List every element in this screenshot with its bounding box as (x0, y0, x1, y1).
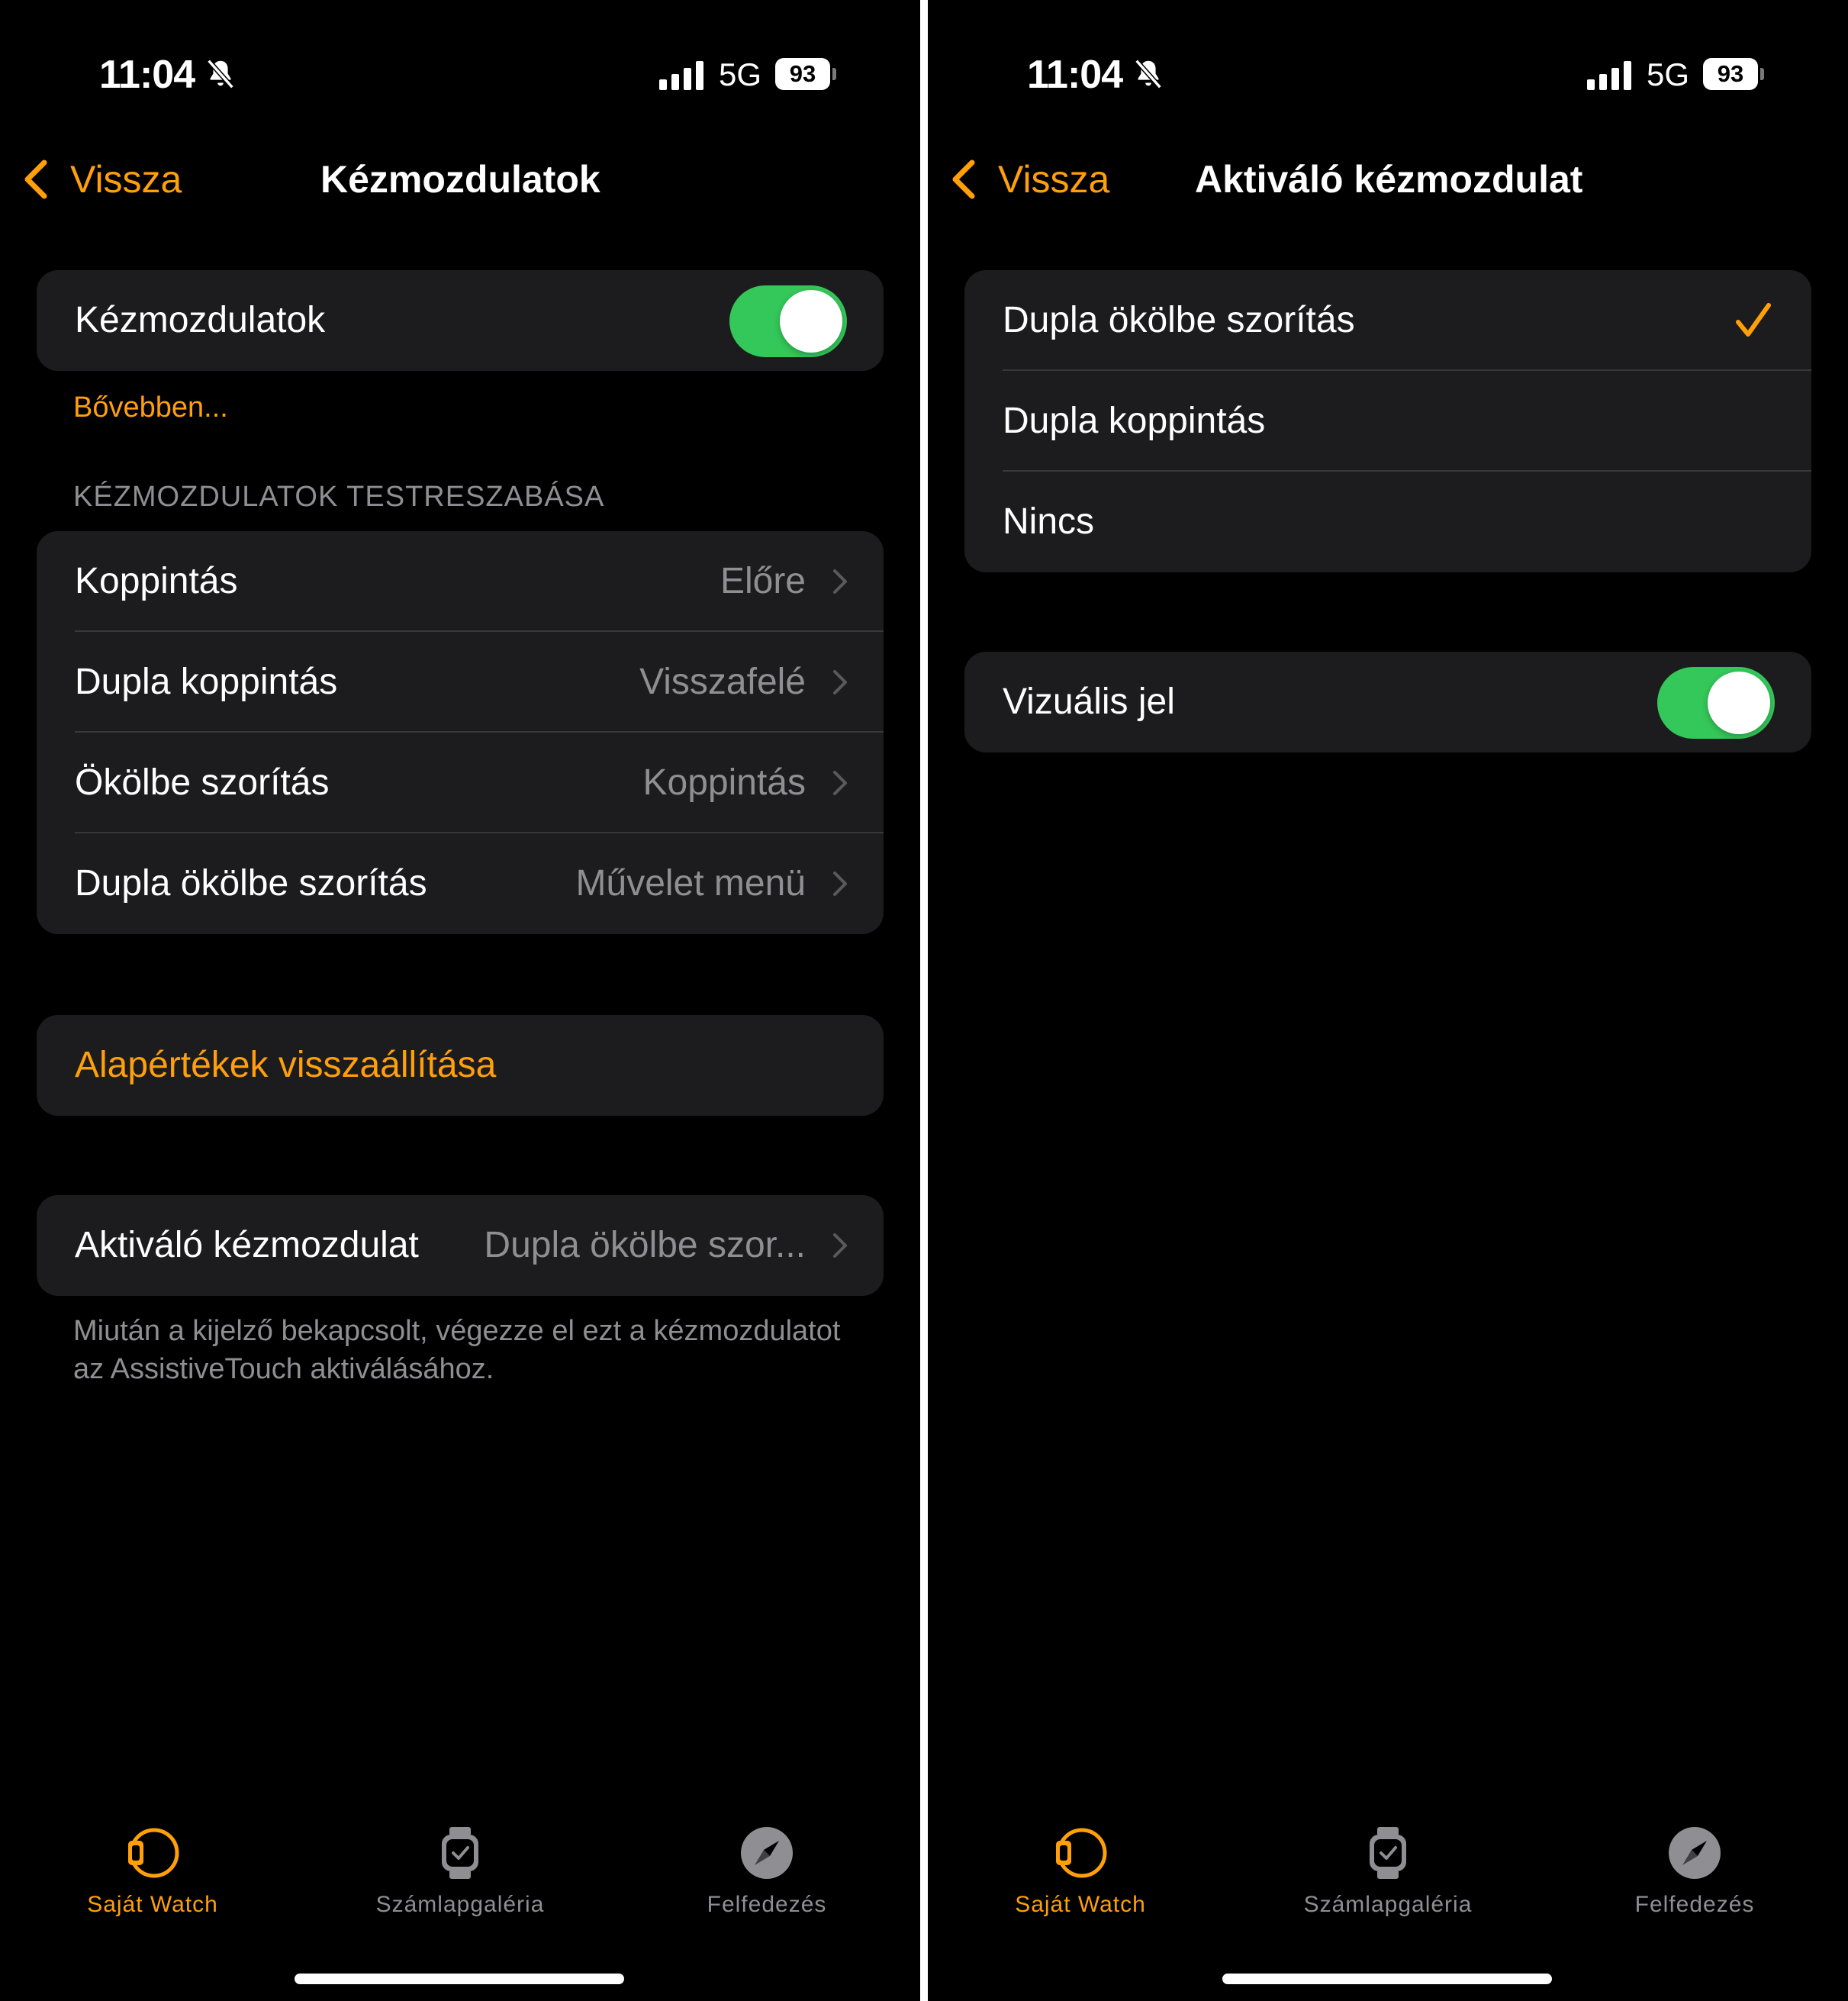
page-title: Aktiváló kézmozdulat (1195, 158, 1583, 201)
gesture-row-label: Dupla ökölbe szorítás (75, 863, 427, 904)
tab-bar: Saját Watch Számlapgaléria Felfedezés (0, 1809, 920, 1931)
visual-cue-label: Vizuális jel (1003, 682, 1175, 722)
home-indicator[interactable] (295, 1974, 624, 1984)
activation-gesture-label: Aktiváló kézmozdulat (75, 1225, 419, 1265)
visual-cue-group: Vizuális jel (964, 652, 1811, 752)
gestures-toggle-row: Kézmozdulatok (37, 270, 884, 371)
settings-screen-activation-gesture: 11:04 5G 93 Vissza Aktiváló kézmozdulat (928, 0, 1848, 2001)
option-label: Dupla ökölbe szorítás (1003, 300, 1355, 340)
tab-bar: Saját Watch Számlapgaléria Felfedezés (928, 1809, 1848, 1931)
compass-icon (741, 1827, 793, 1879)
tab-label: Saját Watch (1015, 1892, 1146, 1917)
chevron-left-icon (24, 160, 47, 199)
status-time: 11:04 (1027, 53, 1123, 97)
gestures-toggle-switch[interactable] (729, 285, 847, 357)
option-row-double-clench[interactable]: Dupla ökölbe szorítás (964, 270, 1811, 371)
chevron-right-icon (833, 1233, 847, 1258)
gesture-row-label: Ökölbe szorítás (75, 762, 330, 803)
section-header: KÉZMOZDULATOK TESTRESZABÁSA (73, 481, 605, 513)
status-bar: 11:04 5G 93 (0, 0, 920, 114)
page-title: Kézmozdulatok (320, 158, 600, 201)
chevron-right-icon (833, 872, 847, 896)
compass-icon (1669, 1827, 1721, 1879)
gesture-row-clench[interactable]: Ökölbe szorítás Koppintás (37, 733, 884, 833)
activation-gesture-value: Dupla ökölbe szor... (484, 1225, 806, 1265)
gestures-toggle-group: Kézmozdulatok (37, 270, 884, 371)
visual-cue-row: Vizuális jel (964, 652, 1811, 752)
gesture-row-label: Dupla koppintás (75, 662, 338, 702)
tab-my-watch[interactable]: Saját Watch (31, 1809, 275, 1920)
chevron-right-icon (833, 771, 847, 795)
status-time: 11:04 (99, 53, 195, 97)
gesture-row-value: Művelet menü (575, 863, 806, 904)
watch-band-icon (128, 1828, 179, 1878)
battery-icon: 93 (775, 58, 836, 90)
back-label: Vissza (70, 158, 182, 201)
gesture-row-tap[interactable]: Koppintás Előre (37, 531, 884, 632)
customize-gestures-group: Koppintás Előre Dupla koppintás Visszafe… (37, 531, 884, 934)
activation-options-group: Dupla ökölbe szorítás Dupla koppintás Ni… (964, 270, 1811, 572)
activation-footer-text: Miután a kijelző bekapcsolt, végezze el … (73, 1315, 841, 1385)
settings-screen-gestures: 11:04 5G 93 Vissza Kézmozdulatok Kézmozd… (0, 0, 920, 2001)
activation-group: Aktiváló kézmozdulat Dupla ökölbe szor..… (37, 1195, 884, 1296)
chevron-right-icon (833, 569, 847, 594)
silent-bell-icon (207, 59, 234, 89)
battery-icon: 93 (1703, 58, 1764, 90)
navigation-bar: Vissza Aktiváló kézmozdulat (928, 145, 1848, 214)
gesture-row-label: Koppintás (75, 561, 238, 601)
tab-face-gallery[interactable]: Számlapgaléria (1266, 1809, 1510, 1920)
status-bar: 11:04 5G 93 (928, 0, 1848, 114)
cellular-signal-icon (1587, 61, 1631, 90)
network-type: 5G (719, 56, 762, 92)
learn-more-link[interactable]: Bővebben... (73, 388, 228, 427)
visual-cue-toggle-switch[interactable] (1657, 667, 1775, 739)
navigation-bar: Vissza Kézmozdulatok (0, 145, 920, 214)
tab-label: Számlapgaléria (375, 1892, 545, 1917)
watch-face-icon (442, 1827, 478, 1879)
tab-label: Felfedezés (1634, 1892, 1755, 1917)
reset-defaults-button[interactable]: Alapértékek visszaállítása (37, 1015, 884, 1116)
tab-discover[interactable]: Felfedezés (1573, 1809, 1817, 1920)
silent-bell-icon (1135, 59, 1162, 89)
back-button[interactable]: Vissza (949, 153, 1109, 206)
option-label: Dupla koppintás (1003, 401, 1266, 441)
checkmark-icon (1736, 303, 1771, 337)
cellular-signal-icon (659, 61, 703, 90)
chevron-right-icon (833, 670, 847, 694)
tab-my-watch[interactable]: Saját Watch (958, 1809, 1202, 1920)
activation-gesture-row[interactable]: Aktiváló kézmozdulat Dupla ökölbe szor..… (37, 1195, 884, 1296)
gestures-toggle-label: Kézmozdulatok (75, 300, 326, 340)
tab-label: Számlapgaléria (1303, 1892, 1473, 1917)
back-label: Vissza (998, 158, 1110, 201)
tab-discover[interactable]: Felfedezés (645, 1809, 889, 1920)
tab-label: Felfedezés (707, 1892, 827, 1917)
gesture-row-value: Visszafelé (639, 662, 806, 702)
reset-group: Alapértékek visszaállítása (37, 1015, 884, 1116)
battery-level: 93 (1703, 58, 1758, 90)
gesture-row-value: Koppintás (642, 762, 806, 803)
option-row-double-tap[interactable]: Dupla koppintás (964, 371, 1811, 472)
chevron-left-icon (952, 160, 975, 199)
gesture-row-double-tap[interactable]: Dupla koppintás Visszafelé (37, 632, 884, 733)
gesture-row-value: Előre (720, 561, 806, 601)
watch-band-icon (1056, 1828, 1107, 1878)
battery-level: 93 (775, 58, 830, 90)
home-indicator[interactable] (1222, 1974, 1552, 1984)
tab-label: Saját Watch (87, 1892, 218, 1917)
watch-face-icon (1370, 1827, 1406, 1879)
reset-defaults-label: Alapértékek visszaállítása (75, 1045, 497, 1085)
back-button[interactable]: Vissza (21, 153, 182, 206)
option-label: Nincs (1003, 501, 1095, 542)
option-row-none[interactable]: Nincs (964, 472, 1811, 572)
tab-face-gallery[interactable]: Számlapgaléria (338, 1809, 582, 1920)
gesture-row-double-clench[interactable]: Dupla ökölbe szorítás Művelet menü (37, 833, 884, 934)
network-type: 5G (1647, 56, 1690, 92)
